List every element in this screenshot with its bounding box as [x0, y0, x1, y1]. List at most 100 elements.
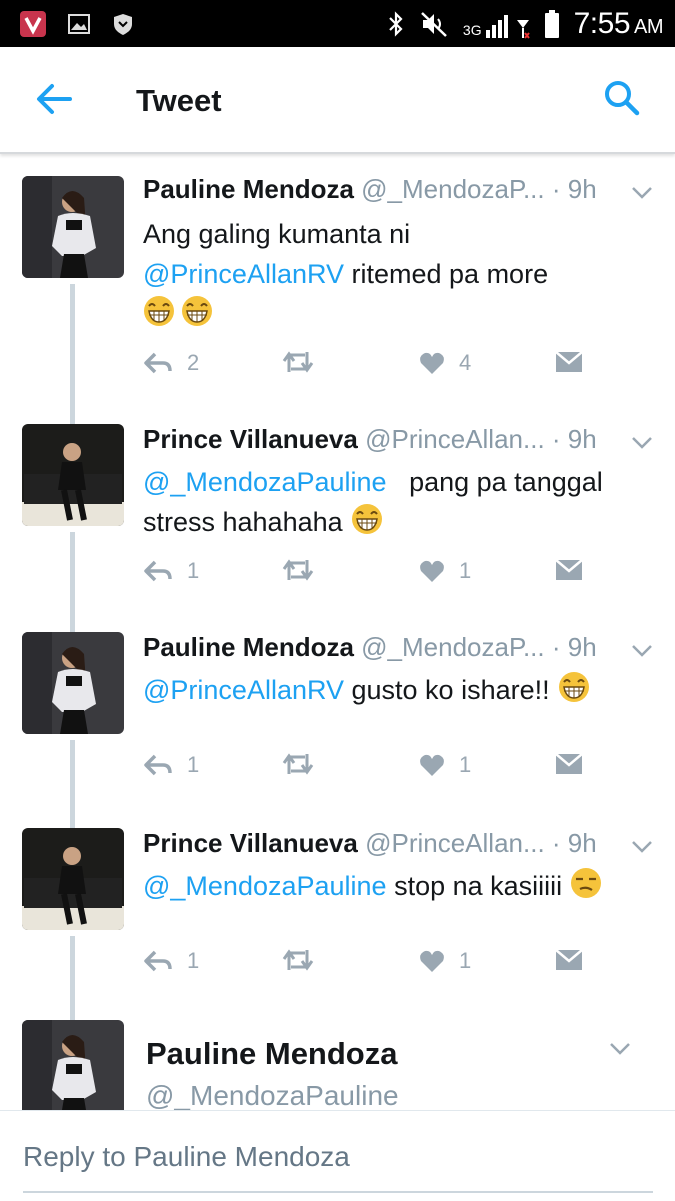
tweet[interactable]: Pauline Mendoza @_MendozaP... · 9h Ang g… — [0, 154, 675, 414]
avatar[interactable] — [22, 1020, 124, 1110]
avatar[interactable] — [22, 424, 124, 526]
like-count: 1 — [459, 558, 472, 583]
retweet-button[interactable] — [281, 558, 329, 582]
reply-composer[interactable]: Reply to Pauline Mendoza — [0, 1110, 675, 1201]
like-count: 4 — [459, 350, 472, 375]
status-right: 3G 7:55 AM — [387, 0, 664, 47]
bluetooth-icon — [389, 10, 403, 37]
page-title: Tweet — [136, 83, 222, 118]
author-name[interactable]: Pauline Mendoza — [146, 1036, 397, 1072]
retweet-button[interactable] — [281, 948, 329, 972]
unamused-emoji — [571, 868, 602, 898]
focused-tweet[interactable]: Pauline Mendoza @_MendozaPauline — [0, 1000, 675, 1110]
author-name[interactable]: Prince Villanueva — [143, 424, 358, 454]
reply-icon — [144, 950, 172, 972]
tweet-text-line: @PrinceAllanRV gusto ko ishare!! — [143, 670, 648, 710]
author-handle[interactable]: @PrinceAllan... — [365, 828, 545, 858]
retweet-icon — [282, 753, 314, 775]
like-button[interactable]: 1 — [419, 948, 471, 974]
tweet[interactable]: Prince Villanueva @PrinceAllan... · 9h @… — [0, 808, 675, 1018]
reply-button[interactable]: 1 — [143, 558, 199, 584]
author-handle[interactable]: @_MendozaP... — [361, 174, 544, 204]
heart-icon — [420, 754, 444, 776]
tweet-time: · 9h — [551, 828, 597, 858]
tweet-text: @_MendozaPauline pang pa tanggal stress … — [143, 462, 648, 542]
like-button[interactable]: 1 — [419, 558, 471, 584]
app-bar: Tweet — [0, 47, 675, 154]
tweet-actions: 1 1 — [143, 558, 593, 594]
chevron-down-icon[interactable] — [631, 644, 653, 658]
chevron-down-icon[interactable] — [631, 436, 653, 450]
mute-icon — [421, 11, 447, 37]
message-button[interactable] — [555, 350, 583, 374]
reply-count: 1 — [187, 558, 200, 583]
grin-emoji — [181, 296, 212, 326]
tweet-time: · 9h — [551, 174, 597, 204]
tweet-text-line: stress hahahaha — [143, 502, 648, 542]
thread-line — [70, 612, 75, 634]
tweet-time: · 9h — [551, 424, 597, 454]
author-handle[interactable]: @_MendozaPauline — [146, 1080, 399, 1110]
author-name[interactable]: Pauline Mendoza — [143, 632, 354, 662]
message-button[interactable] — [555, 752, 583, 776]
thread-line — [70, 1000, 75, 1020]
avatar[interactable] — [22, 176, 124, 278]
author-handle[interactable]: @PrinceAllan... — [365, 424, 545, 454]
thread-line — [70, 532, 75, 624]
retweet-icon — [282, 351, 314, 373]
like-button[interactable]: 1 — [419, 752, 471, 778]
search-icon[interactable] — [603, 79, 641, 117]
back-arrow-icon[interactable] — [34, 81, 74, 117]
message-button[interactable] — [555, 948, 583, 972]
like-count: 1 — [459, 948, 472, 973]
reply-input[interactable]: Reply to Pauline Mendoza — [23, 1141, 350, 1173]
thread-line — [70, 404, 75, 424]
author-handle[interactable]: @_MendozaP... — [361, 632, 544, 662]
mention-link[interactable]: @PrinceAllanRV — [143, 675, 344, 705]
tweet[interactable]: Prince Villanueva @PrinceAllan... · 9h @… — [0, 404, 675, 624]
tweet-text-span: stop na kasiiiii — [386, 871, 563, 901]
tweet[interactable]: Pauline Mendoza @_MendozaP... · 9h @Prin… — [0, 612, 675, 824]
tweet-actions: 1 1 — [143, 752, 593, 788]
gallery-icon — [64, 9, 94, 39]
avatar[interactable] — [22, 632, 124, 734]
thread-line — [70, 808, 75, 828]
tweet-actions: 2 4 — [143, 350, 593, 386]
heart-icon — [420, 950, 444, 972]
mention-link[interactable]: @PrinceAllanRV — [143, 259, 344, 289]
mention-link[interactable]: @_MendozaPauline — [143, 467, 387, 497]
avatar[interactable] — [22, 828, 124, 930]
reply-icon — [144, 754, 172, 776]
tweet-actions: 1 1 — [143, 948, 593, 984]
reply-count: 2 — [187, 350, 200, 375]
tweet-text-line: @_MendozaPauline pang pa tanggal — [143, 462, 648, 502]
heart-icon — [420, 352, 444, 374]
mention-link[interactable]: @_MendozaPauline — [143, 871, 387, 901]
grin-emoji — [144, 296, 174, 326]
heart-icon — [420, 560, 444, 582]
retweet-button[interactable] — [281, 752, 329, 776]
retweet-icon — [282, 949, 314, 971]
grin-emoji — [558, 672, 589, 702]
tweet-header: Prince Villanueva @PrinceAllan... · 9h — [143, 828, 597, 858]
like-button[interactable]: 4 — [419, 350, 471, 376]
chevron-down-icon[interactable] — [631, 840, 653, 854]
message-button[interactable] — [555, 558, 583, 582]
direct-message-icon — [555, 559, 583, 580]
chevron-down-icon[interactable] — [631, 186, 653, 200]
tweet-text-line: Ang galing kumanta ni — [143, 219, 411, 249]
tweet-text: Ang galing kumanta ni @PrinceAllanRV rit… — [143, 214, 648, 334]
reply-button[interactable]: 2 — [143, 350, 199, 376]
clock: 7:55 AM — [574, 7, 664, 41]
reply-underline — [23, 1191, 653, 1193]
tweet-text-span: pang pa tanggal — [386, 467, 603, 497]
reply-button[interactable]: 1 — [143, 948, 199, 974]
tweet-text-span: ritemed pa more — [344, 259, 549, 289]
reply-button[interactable]: 1 — [143, 752, 199, 778]
author-name[interactable]: Prince Villanueva — [143, 828, 358, 858]
author-name[interactable]: Pauline Mendoza — [143, 174, 354, 204]
chevron-down-icon[interactable] — [609, 1042, 631, 1056]
tweet-header: Pauline Mendoza @_MendozaP... · 9h — [143, 632, 597, 662]
shield-icon — [108, 9, 138, 39]
retweet-button[interactable] — [281, 350, 329, 374]
